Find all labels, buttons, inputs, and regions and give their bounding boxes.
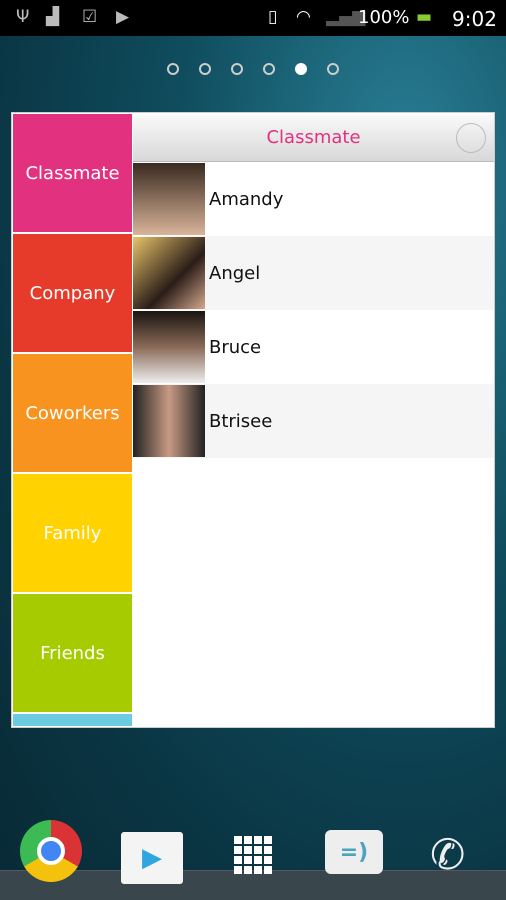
page-dot[interactable] — [199, 63, 211, 75]
contact-photo — [133, 311, 205, 383]
contact-name: Angel — [209, 262, 261, 284]
contact-photo — [133, 163, 205, 235]
battery-charging-icon: ▬ — [416, 7, 433, 27]
page-dot[interactable] — [327, 63, 339, 75]
contact-name: Btrisee — [209, 410, 273, 432]
group-tab-friends[interactable]: Friends — [13, 594, 132, 712]
contact-photo — [133, 237, 205, 309]
group-tab-classmate[interactable]: Classmate — [13, 114, 132, 232]
contact-row[interactable]: Angel — [133, 236, 494, 310]
group-tab-family[interactable]: Family — [13, 474, 132, 592]
messaging-icon[interactable]: =) — [325, 830, 383, 874]
contact-groups-widget: Classmate Company Coworkers Family Frien… — [11, 112, 495, 728]
group-tab-more[interactable] — [13, 714, 132, 726]
group-header: Classmate — [133, 114, 494, 162]
store-update-icon: ☑ — [82, 7, 98, 27]
phone-icon[interactable]: ✆ — [430, 830, 465, 879]
header-circle-button[interactable] — [456, 123, 486, 153]
usb-icon: Ψ — [16, 7, 30, 27]
group-tab-company[interactable]: Company — [13, 234, 132, 352]
page-dot[interactable] — [263, 63, 275, 75]
play-store-icon[interactable]: ▶ — [121, 832, 183, 884]
play-store-icon: ▶ — [116, 7, 130, 27]
group-tab-coworkers[interactable]: Coworkers — [13, 354, 132, 472]
page-dot[interactable] — [167, 63, 179, 75]
contact-row[interactable]: Amandy — [133, 162, 494, 236]
contact-row[interactable]: Bruce — [133, 310, 494, 384]
contact-name: Bruce — [209, 336, 262, 358]
page-dot-active[interactable] — [295, 63, 307, 75]
clock: 9:02 — [452, 7, 497, 31]
page-dot[interactable] — [231, 63, 243, 75]
contact-photo — [133, 385, 205, 457]
contact-row[interactable]: Btrisee — [133, 384, 494, 458]
chrome-icon[interactable] — [20, 820, 82, 882]
status-bar: Ψ ▟ ☑ ▶ ▯ ◠ ▂▄▆ 100% ▬ 9:02 — [0, 0, 506, 36]
group-title: Classmate — [266, 127, 361, 148]
contact-name: Amandy — [209, 188, 284, 210]
battery-level: 100% — [358, 7, 410, 28]
android-debug-icon: ▟ — [46, 7, 60, 27]
wifi-icon: ◠ — [296, 7, 311, 27]
app-drawer-icon[interactable] — [234, 836, 272, 874]
sim-missing-icon: ▯ — [268, 7, 278, 27]
